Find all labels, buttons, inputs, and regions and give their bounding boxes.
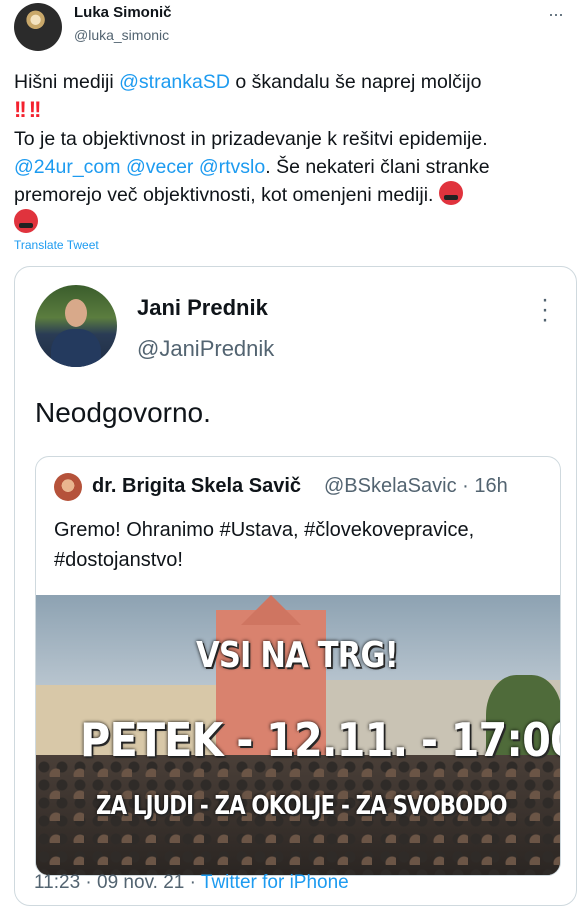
source-link[interactable]: Twitter for iPhone <box>201 872 349 893</box>
tweet-text-segment: To je ta objektivnost in prizadevanje k … <box>14 128 488 150</box>
quoted-tweet-text: Neodgovorno. <box>35 397 211 428</box>
author-handle[interactable]: @luka_simonic <box>74 27 169 43</box>
mention-link[interactable]: @strankaSD <box>119 71 230 93</box>
double-exclamation-icon: !! !! <box>14 97 41 122</box>
quoted-tweet-card[interactable]: Jani Prednik @JaniPrednik · · · Neodgovorn… <box>14 266 577 906</box>
quoted-author-name[interactable]: Jani Prednik <box>137 295 268 321</box>
tweet-text: Hišni mediji @strankaSD o škandalu še na… <box>14 68 574 237</box>
event-photo[interactable]: VSI NA TRG! PETEK - 12.11. - 17:00 ZA LJ… <box>36 595 561 875</box>
nested-author-handle: @BSkelaSavic · 16h <box>324 475 508 497</box>
more-vertical-icon[interactable]: · · · <box>541 288 549 332</box>
tweet-text-segment: Hišni mediji <box>14 71 120 93</box>
nested-quote-text: Gremo! Ohranimo #Ustava, #človekovepravi… <box>54 519 475 571</box>
quoted-author-avatar[interactable] <box>35 285 117 367</box>
nested-quote-card[interactable]: dr. Brigita Skela Savič @BSkelaSavic · 1… <box>35 456 561 876</box>
photo-caption-line3: ZA LJUDI - ZA OKOLJE - ZA SVOBODO <box>96 791 507 821</box>
photo-caption-line1: VSI NA TRG! <box>196 635 399 676</box>
mention-link[interactable]: @vecer <box>126 156 193 178</box>
author-avatar[interactable] <box>14 3 62 51</box>
author-name[interactable]: Luka Simonič <box>74 4 172 21</box>
angry-face-symbols-icon <box>14 209 38 233</box>
angry-face-symbols-icon <box>438 181 463 205</box>
quoted-author-handle[interactable]: @JaniPrednik <box>137 336 274 362</box>
more-dots-icon[interactable]: ··· <box>548 4 564 25</box>
translate-tweet-link[interactable]: Translate Tweet <box>14 238 99 252</box>
mention-link[interactable]: @rtvslo <box>199 156 265 178</box>
mention-link[interactable]: @24ur_com <box>14 156 121 178</box>
tweet-timestamp: 11:23 · 09 nov. 21 · Twitter for iPhone <box>34 872 349 894</box>
timestamp-text: 11:23 · 09 nov. 21 · <box>34 872 201 893</box>
tweet-text-segment: o škandalu še naprej molčijo <box>229 71 482 93</box>
nested-author-avatar <box>54 473 82 501</box>
nested-author-name: dr. Brigita Skela Savič <box>92 475 301 497</box>
photo-caption-line2: PETEK - 12.11. - 17:00 <box>80 713 561 767</box>
